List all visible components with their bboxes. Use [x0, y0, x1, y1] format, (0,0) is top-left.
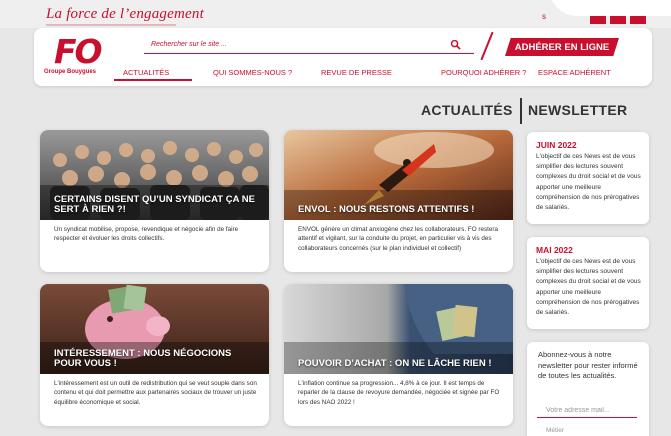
- article-image[interactable]: ENVOL : NOUS RESTONS ATTENTIFS !: [284, 130, 513, 220]
- newsletter-card[interactable]: MAI 2022 L'objectif de ces News est de v…: [527, 237, 649, 329]
- nav-item-revue-de-presse[interactable]: REVUE DE PRESSE: [321, 68, 392, 77]
- section-title-divider: [520, 98, 522, 124]
- article-title[interactable]: CERTAINS DISENT QU’UN SYNDICAT ÇA NE SER…: [54, 195, 259, 215]
- nav-item-espace-adherent[interactable]: ESPACE ADHÉRENT: [538, 68, 611, 77]
- article-excerpt: ENVOL génère un climat anxiogène chez le…: [298, 226, 498, 252]
- search-icon[interactable]: [450, 39, 461, 50]
- corner-decoration: [548, 0, 671, 16]
- newsletter-date[interactable]: JUIN 2022: [536, 140, 577, 150]
- newsletter-text: L'objectif de ces News est de vous simpl…: [536, 258, 641, 317]
- join-online-button[interactable]: ADHÉRER EN LIGNE: [505, 38, 619, 56]
- tagline-underline: [46, 24, 176, 26]
- article-image[interactable]: INTÉRESSEMENT : NOUS NÉGOCIONS POUR VOUS…: [40, 284, 269, 374]
- job-field-label: Métier: [546, 427, 565, 434]
- logo-text: FO: [54, 32, 103, 71]
- article-excerpt: L'inflation continue sa progression... 4…: [298, 380, 500, 406]
- article-excerpt: L'intéressement est un outil de redistri…: [54, 380, 257, 406]
- newsletter-date[interactable]: MAI 2022: [536, 245, 573, 255]
- subscribe-text: Abonnez-vous à notre newsletter pour res…: [538, 350, 638, 381]
- article-card[interactable]: CERTAINS DISENT QU’UN SYNDICAT ÇA NE SER…: [40, 130, 269, 272]
- article-card[interactable]: ENVOL : NOUS RESTONS ATTENTIFS ! ENVOL g…: [284, 130, 513, 272]
- search-input[interactable]: Rechercher sur le site ...: [151, 41, 227, 48]
- nav-item-actualites[interactable]: ACTUALITÉS: [123, 68, 169, 77]
- article-image[interactable]: POUVOIR D’ACHAT : ON NE LÂCHE RIEN !: [284, 284, 513, 374]
- header: FO Groupe Bouygues Rechercher sur le sit…: [34, 28, 652, 86]
- search-underline: [144, 53, 474, 54]
- article-title[interactable]: INTÉRESSEMENT : NOUS NÉGOCIONS POUR VOUS…: [54, 349, 259, 369]
- tagline: La force de l’engagement: [46, 6, 204, 22]
- article-excerpt: Un syndicat mobilise, propose, revendiqu…: [54, 226, 239, 243]
- nav-active-indicator: [114, 79, 192, 81]
- newsletter-text: L'objectif de ces News est de vous simpl…: [536, 153, 641, 212]
- email-field[interactable]: [537, 404, 637, 418]
- section-title-actualites[interactable]: ACTUALITÉS: [421, 102, 513, 118]
- divider-slash: [480, 31, 494, 61]
- top-right-text: s: [542, 12, 546, 21]
- newsletter-card[interactable]: JUIN 2022 L'objectif de ces News est de …: [527, 132, 649, 224]
- logo-subtitle: Groupe Bouygues: [44, 69, 97, 75]
- article-title[interactable]: POUVOIR D’ACHAT : ON NE LÂCHE RIEN !: [298, 359, 503, 369]
- article-title[interactable]: ENVOL : NOUS RESTONS ATTENTIFS !: [298, 205, 503, 215]
- article-image[interactable]: CERTAINS DISENT QU’UN SYNDICAT ÇA NE SER…: [40, 130, 269, 220]
- article-card[interactable]: POUVOIR D’ACHAT : ON NE LÂCHE RIEN ! L'i…: [284, 284, 513, 426]
- section-title-newsletter[interactable]: NEWSLETTER: [528, 102, 627, 118]
- nav-item-pourquoi-adherer[interactable]: POURQUOI ADHÉRER ?: [441, 68, 526, 77]
- nav-item-qui-sommes-nous[interactable]: QUI SOMMES-NOUS ?: [213, 68, 292, 77]
- newsletter-subscribe-box: Abonnez-vous à notre newsletter pour res…: [527, 342, 649, 436]
- fo-logo[interactable]: FO Groupe Bouygues: [44, 32, 104, 82]
- article-card[interactable]: INTÉRESSEMENT : NOUS NÉGOCIONS POUR VOUS…: [40, 284, 269, 426]
